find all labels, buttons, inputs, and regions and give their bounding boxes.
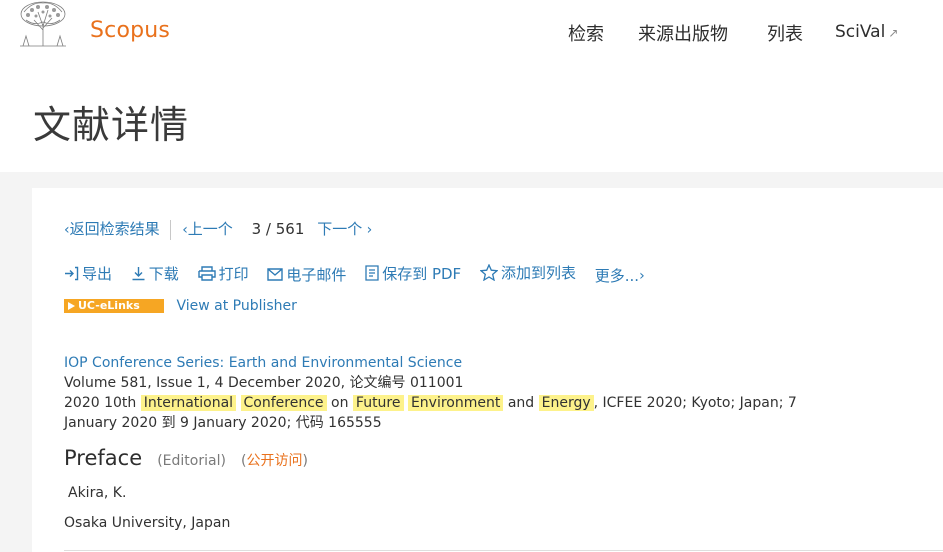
next-link[interactable]: 下一个 (317, 220, 362, 238)
email-button[interactable]: 电子邮件 (267, 264, 346, 285)
page-title: 文献详情 (33, 103, 190, 147)
chevron-right-icon: › (362, 222, 373, 238)
conference-line: 2020 10th International Conference on Fu… (64, 393, 824, 413)
print-icon (197, 266, 216, 281)
author-name[interactable]: Akira, K. (68, 485, 126, 501)
document-card: ‹返回检索结果 ‹上一个 3 / 561 下一个 › 导出 下载 打印 电子邮件… (32, 188, 943, 552)
export-label: 导出 (82, 265, 113, 283)
source-title-link[interactable]: IOP Conference Series: Earth and Environ… (64, 353, 824, 373)
conf-suffix: , ICFEE 2020; Kyoto; Japan; 7 (593, 395, 797, 411)
download-icon (132, 267, 145, 281)
email-icon (267, 268, 284, 281)
access-links: UC-eLinks View at Publisher (64, 298, 297, 320)
volume-line: Volume 581, Issue 1, 4 December 2020, 论文… (64, 375, 464, 391)
action-toolbar: 导出 下载 打印 电子邮件 保存到 PDF 添加到列表 更多... › (64, 262, 659, 286)
star-icon (479, 264, 498, 281)
result-position: 3 / 561 (252, 220, 305, 238)
highlight-term: International (140, 395, 237, 411)
highlight-term: Energy (538, 395, 594, 411)
top-nav: 检索 来源出版物 列表 SciVal ↗ (0, 20, 943, 46)
document-title-row: Preface (Editorial) (公开访问) (64, 446, 308, 470)
results-navigation: ‹返回检索结果 ‹上一个 3 / 561 下一个 › (64, 218, 372, 240)
pdf-icon (365, 265, 379, 281)
uc-elinks-label: UC-eLinks (78, 299, 140, 312)
open-access-badge[interactable]: (公开访问) (241, 453, 308, 469)
save-pdf-label: 保存到 PDF (382, 264, 462, 283)
document-type: (Editorial) (157, 453, 226, 469)
nav-search[interactable]: 检索 (568, 20, 604, 46)
save-pdf-button[interactable]: 保存到 PDF (365, 263, 461, 284)
open-access-label: 公开访问 (246, 453, 303, 469)
total-count: 561 (275, 220, 305, 238)
print-button[interactable]: 打印 (197, 263, 249, 284)
more-button[interactable]: 更多... › (595, 265, 645, 286)
back-to-results-link[interactable]: 返回检索结果 (70, 220, 160, 238)
more-label: 更多... (594, 267, 640, 285)
conference-dates: January 2020 到 9 January 2020; 代码 165555 (64, 415, 382, 431)
conf-word: on (331, 395, 349, 411)
add-to-list-button[interactable]: 添加到列表 (479, 262, 576, 283)
export-button[interactable]: 导出 (64, 263, 112, 284)
section-divider (64, 550, 943, 551)
previous-link[interactable]: 上一个 (188, 220, 233, 238)
highlight-term: Conference (240, 395, 327, 411)
slash: / (265, 220, 271, 238)
play-icon (68, 302, 75, 310)
print-label: 打印 (218, 265, 249, 283)
document-title: Preface (64, 446, 143, 470)
download-button[interactable]: 下载 (131, 263, 179, 284)
download-label: 下载 (148, 265, 179, 283)
header: Scopus 检索 来源出版物 列表 SciVal ↗ 文献详情 (0, 0, 943, 172)
chevron-right-icon: › (639, 267, 645, 284)
source-info: IOP Conference Series: Earth and Environ… (64, 353, 824, 433)
current-index: 3 (251, 220, 262, 238)
add-to-list-label: 添加到列表 (500, 264, 576, 282)
uc-elinks-button[interactable]: UC-eLinks (64, 299, 164, 313)
nav-lists[interactable]: 列表 (767, 20, 803, 46)
nav-scival-label: SciVal (835, 22, 886, 42)
conf-prefix: 2020 10th (64, 395, 137, 411)
view-at-publisher-link[interactable]: View at Publisher (176, 298, 296, 314)
nav-sources[interactable]: 来源出版物 (638, 20, 728, 46)
external-link-icon: ↗ (888, 26, 899, 40)
highlight-term: Future (352, 395, 404, 411)
export-icon (65, 266, 79, 281)
conf-word: and (507, 395, 535, 411)
nav-scival[interactable]: SciVal ↗ (835, 22, 898, 42)
highlight-term: Environment (407, 395, 504, 411)
author-affiliation: Osaka University, Japan (64, 515, 231, 531)
divider (170, 219, 172, 240)
email-label: 电子邮件 (286, 266, 347, 284)
paren-close: ) (302, 453, 308, 469)
